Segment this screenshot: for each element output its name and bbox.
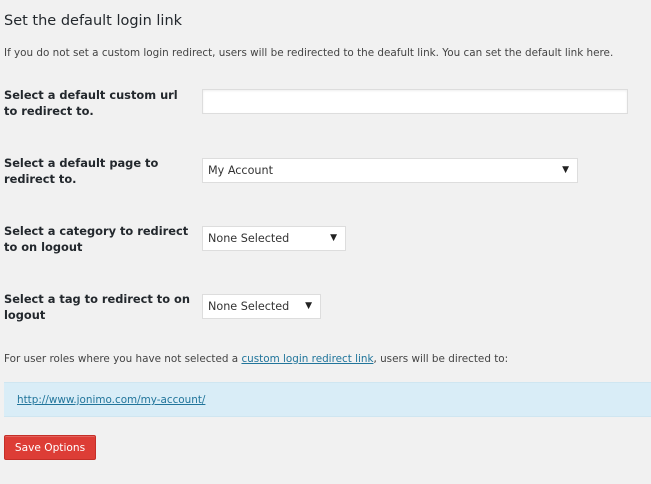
note-suffix: , users will be directed to: [373,353,509,365]
chevron-down-icon: ▼ [330,233,337,243]
note-prefix: For user roles where you have not select… [4,353,242,365]
default-page-selected-value: My Account [208,164,273,177]
logout-category-select[interactable]: None Selected ▼ [202,226,346,251]
custom-url-input[interactable] [202,89,628,114]
logout-tag-selected-value: None Selected [208,300,290,313]
save-options-button[interactable]: Save Options [4,435,96,460]
chevron-down-icon: ▼ [305,301,312,311]
custom-url-label: Select a default custom url to redirect … [4,88,178,118]
section-title: Set the default login link [4,13,183,29]
logout-tag-select[interactable]: None Selected ▼ [202,294,321,319]
logout-category-selected-value: None Selected [208,232,290,245]
logout-tag-label: Select a tag to redirect to on logout [4,292,190,322]
default-link-box: http://www.jonimo.com/my-account/ [4,382,651,417]
default-page-select[interactable]: My Account ▼ [202,158,578,183]
custom-login-redirect-link[interactable]: custom login redirect link [241,353,373,365]
chevron-down-icon: ▼ [562,165,569,175]
default-link-note: For user roles where you have not select… [4,353,508,365]
settings-page: Set the default login link If you do not… [0,0,651,484]
logout-category-label: Select a category to redirect to on logo… [4,224,189,254]
section-description: If you do not set a custom login redirec… [4,47,614,59]
default-page-label: Select a default page to redirect to. [4,156,159,186]
default-link-url[interactable]: http://www.jonimo.com/my-account/ [17,394,205,406]
